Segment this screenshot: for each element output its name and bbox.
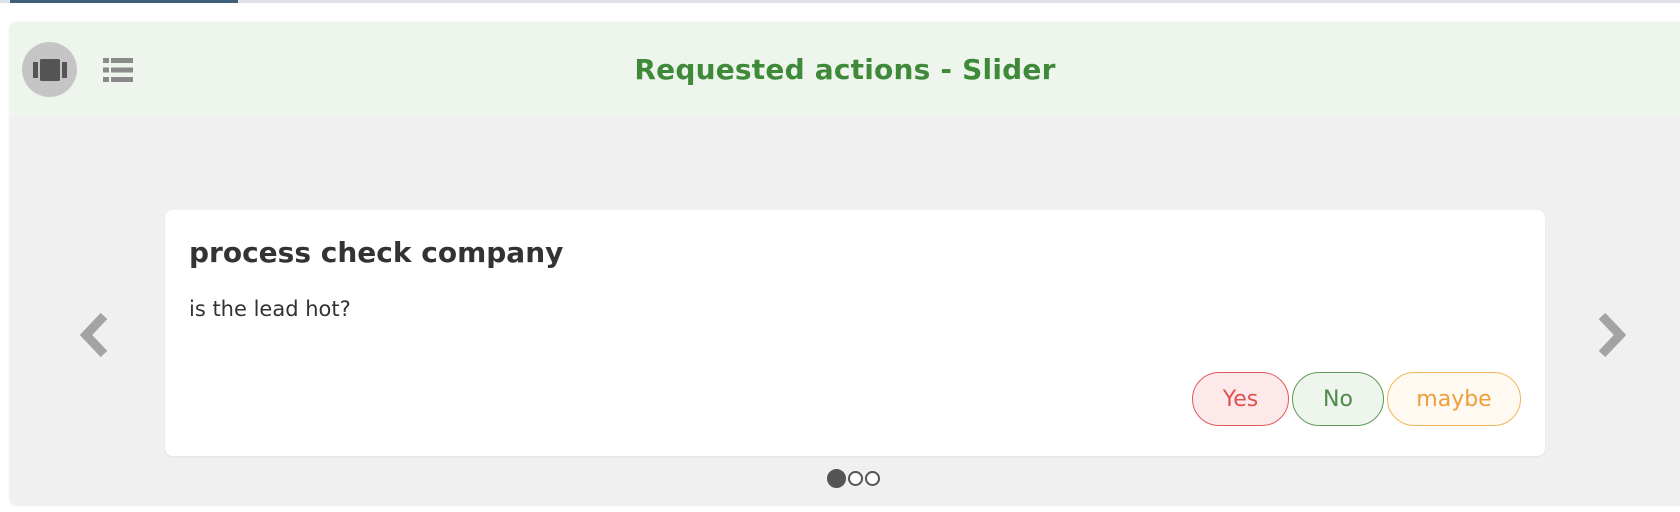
action-card: process check company is the lead hot? Y… [165, 210, 1545, 456]
active-tab-indicator [10, 0, 238, 3]
list-icon [103, 58, 133, 82]
requested-actions-panel: Requested actions - Slider process check… [10, 22, 1680, 504]
list-view-button[interactable] [102, 56, 134, 84]
maybe-button[interactable]: maybe [1387, 372, 1521, 426]
no-button[interactable]: No [1292, 372, 1384, 426]
card-question: is the lead hot? [189, 297, 351, 321]
slider-pagination [827, 468, 882, 488]
chevron-left-icon [80, 312, 108, 358]
panel-title: Requested actions - Slider [634, 52, 1056, 86]
pagination-dot[interactable] [827, 468, 846, 488]
pagination-dot[interactable] [865, 470, 880, 486]
slider-prev-button[interactable] [76, 310, 116, 360]
slider-next-button[interactable] [1590, 310, 1630, 360]
pagination-dot[interactable] [848, 470, 863, 486]
card-title: process check company [189, 236, 564, 269]
chevron-right-icon [1598, 312, 1626, 358]
slider-view-button[interactable] [22, 42, 77, 97]
top-tab-rule [0, 0, 1680, 3]
carousel-icon [32, 58, 67, 81]
yes-button[interactable]: Yes [1192, 372, 1289, 426]
